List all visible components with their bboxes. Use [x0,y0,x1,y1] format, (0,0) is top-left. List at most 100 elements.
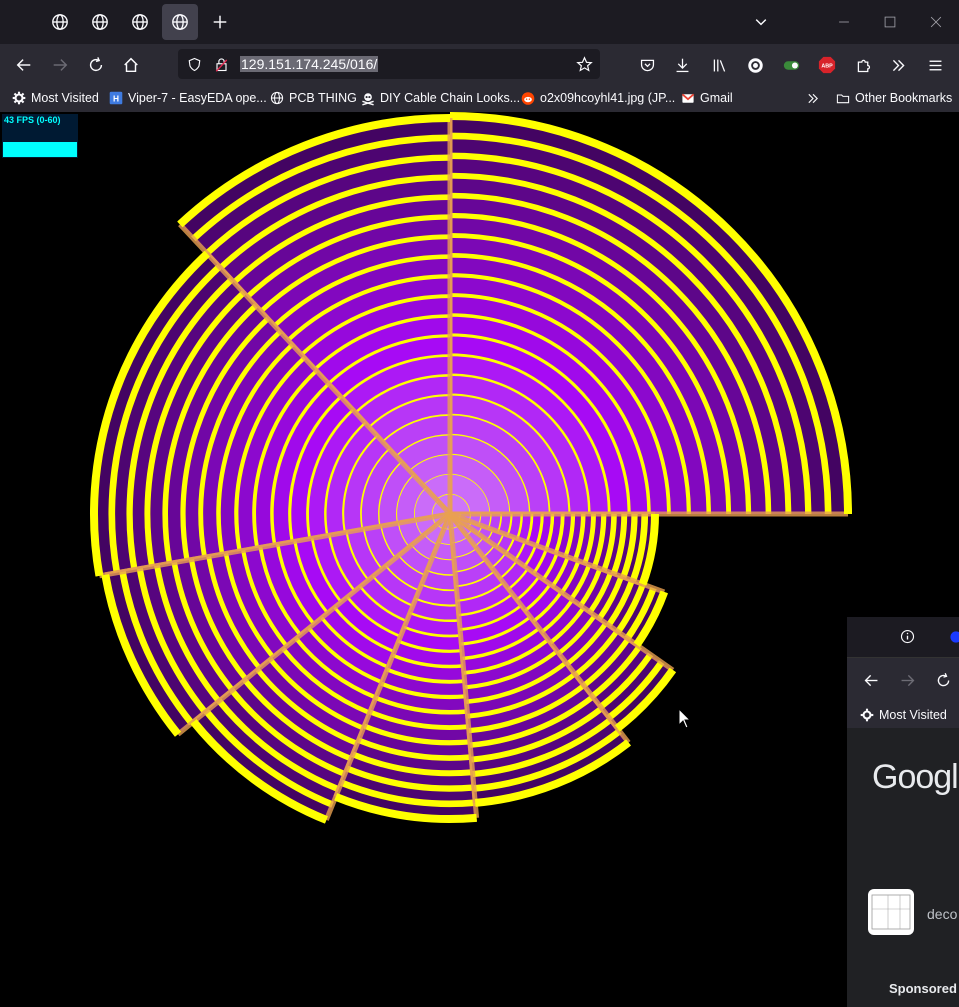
bookmarks-toolbar: Most Visited H Viper-7 - EasyEDA ope... … [0,84,959,112]
toggle-extension-icon [783,60,799,70]
close-window-button[interactable] [924,10,948,34]
puzzle-icon [857,59,870,72]
shield-icon [188,57,201,72]
downloads-button[interactable] [669,52,695,78]
extension-o-button[interactable] [742,52,768,78]
globe-icon [52,14,68,30]
close-icon [930,16,942,28]
plus-icon [213,15,227,29]
extensions-button[interactable] [850,52,876,78]
navigation-toolbar: 129.151.174.245/016/ ABP [0,44,959,84]
extension-o-icon [747,57,763,73]
reload-icon [89,57,103,72]
sector-1 [447,112,852,517]
maximize-button[interactable] [878,10,902,34]
spiral-sector-artwork[interactable] [0,112,959,1007]
double-chevron-icon [892,59,905,71]
gear-icon [860,708,874,722]
fps-bar [3,142,77,157]
library-icon [713,59,725,72]
adblock-icon: ABP [818,56,836,74]
chevron-down-icon [755,19,767,26]
bookmark-most-visited[interactable]: Most Visited [12,89,99,107]
bookmark-diy-cable-chain[interactable]: DIY Cable Chain Looks... [361,89,520,107]
extension-badge-icon[interactable] [949,630,959,644]
sponsored-label: Sponsored [889,981,957,996]
overflow-menu-button[interactable] [885,52,911,78]
bookmarks-overflow-button[interactable] [806,89,825,107]
minimize-button[interactable] [832,10,856,34]
library-button[interactable] [706,52,732,78]
gear-icon [12,91,26,105]
bookmark-label: o2x09hcoyhl41.jpg (JP... [540,91,676,105]
home-icon [124,57,138,73]
reload-icon[interactable] [935,672,952,689]
globe-icon [270,91,284,105]
tab-2[interactable] [82,4,118,40]
arrow-right-icon[interactable] [899,672,916,689]
second-browser-window[interactable]: Most Visited Google deco Sponsored [847,617,959,1007]
download-icon [676,58,688,72]
insecure-lock-icon [215,58,228,72]
bookmark-label: PCB THING [289,91,357,105]
bookmark-viper7-easyeda[interactable]: H Viper-7 - EasyEDA ope... [109,89,267,107]
bookmark-label: Most Visited [879,708,947,722]
back-button[interactable] [11,52,37,78]
extension-toggle-button[interactable] [778,52,804,78]
info-icon[interactable] [900,629,915,644]
adblock-plus-button[interactable]: ABP [814,52,840,78]
bookmark-gmail[interactable]: Gmail [681,89,733,107]
popup-titlebar [847,617,959,658]
popup-navbar [847,658,959,702]
result-title[interactable]: deco [927,906,957,922]
gmail-icon [681,91,695,105]
pocket-button[interactable] [634,52,660,78]
svg-text:H: H [113,94,119,104]
arrow-right-icon [53,59,68,71]
skull-icon [361,91,375,105]
globe-icon [132,14,148,30]
folder-icon [836,91,850,105]
double-chevron-icon [806,91,820,105]
bookmark-label: DIY Cable Chain Looks... [380,91,521,105]
other-bookmarks-folder[interactable]: Other Bookmarks [836,89,952,107]
bookmark-label: Gmail [700,91,733,105]
popup-bookmark-most-visited[interactable]: Most Visited [860,706,947,724]
globe-icon [92,14,108,30]
popup-page: Google deco Sponsored [847,728,959,1007]
maximize-icon [884,16,896,28]
globe-icon [172,14,188,30]
fps-label: 43 FPS (0-60) [4,115,61,125]
list-all-tabs-button[interactable] [749,10,773,34]
other-bookmarks-label: Other Bookmarks [855,91,953,105]
bookmark-label: Viper-7 - EasyEDA ope... [128,91,267,105]
bookmark-star-icon[interactable] [576,56,593,73]
url-text[interactable]: 129.151.174.245/016/ [240,56,379,72]
pocket-icon [640,59,654,71]
page-content: 43 FPS (0-60) [0,112,959,1007]
reload-button[interactable] [83,52,109,78]
bookmark-pcb-thing[interactable]: PCB THING [270,89,357,107]
popup-bookmarks-toolbar: Most Visited [847,702,959,728]
tab-strip [0,0,959,44]
svg-text:ABP: ABP [821,64,833,70]
app-menu-button[interactable] [922,52,948,78]
easyeda-icon: H [109,91,123,105]
url-bar[interactable]: 129.151.174.245/016/ [178,49,600,79]
new-tab-button[interactable] [202,4,238,40]
mouse-cursor-icon [678,708,692,729]
arrow-left-icon [16,59,31,71]
tab-3[interactable] [122,4,158,40]
bookmark-reddit-image[interactable]: o2x09hcoyhl41.jpg (JP... [521,89,675,107]
result-thumbnail[interactable] [868,889,914,935]
hamburger-icon [929,60,941,70]
minimize-icon [839,21,849,23]
reddit-icon [521,91,535,105]
google-logo: Google [872,758,959,796]
arrow-left-icon[interactable] [863,672,880,689]
tab-1[interactable] [42,4,78,40]
forward-button[interactable] [47,52,73,78]
tab-4-active[interactable] [162,4,198,40]
fps-meter: 43 FPS (0-60) [2,114,78,158]
home-button[interactable] [118,52,144,78]
